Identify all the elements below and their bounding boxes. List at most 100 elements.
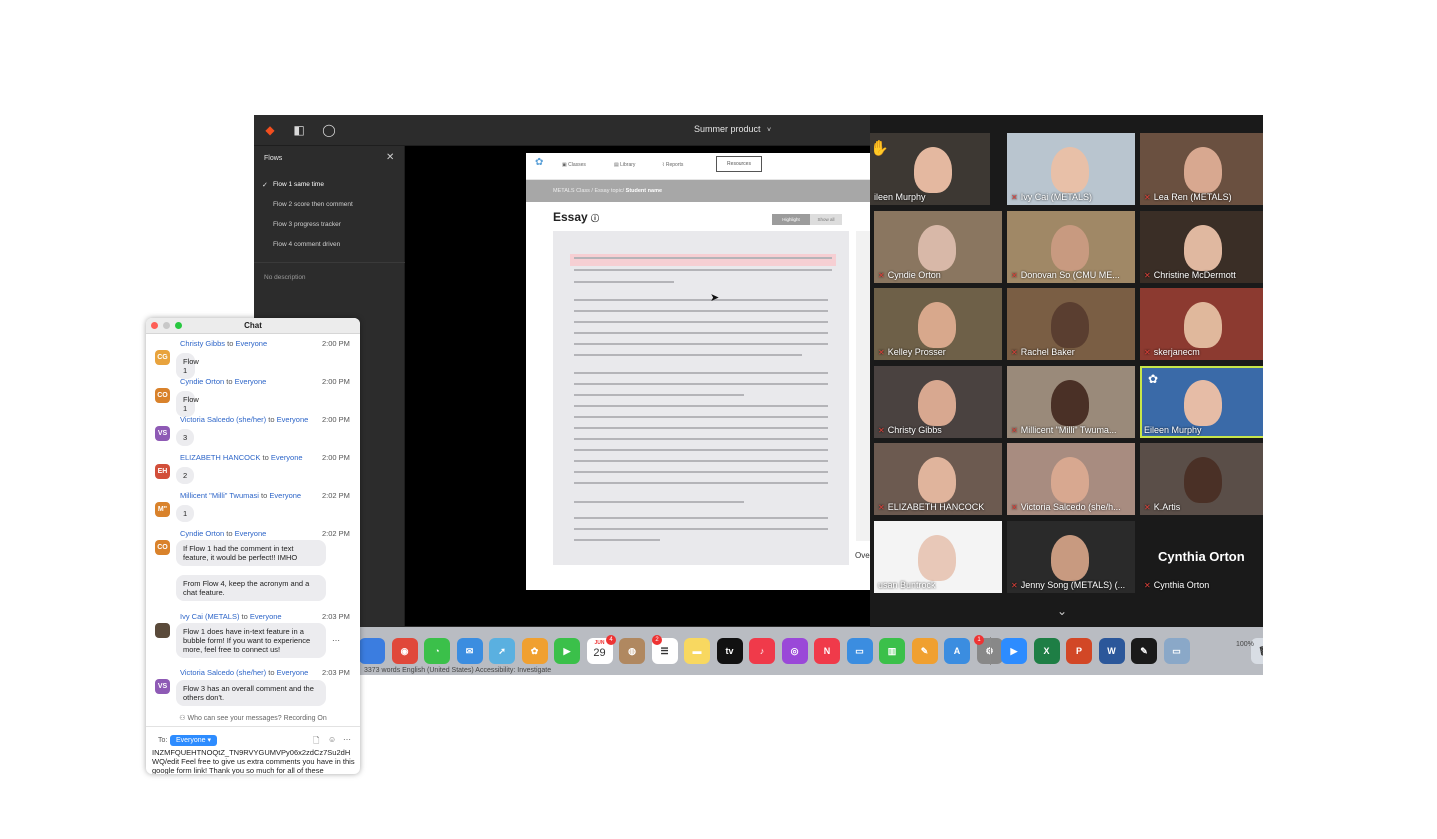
flow-item-1[interactable]: Flow 1 same time [273,181,324,188]
notes-icon[interactable]: ▬ [684,638,710,664]
news-icon[interactable]: N [814,638,840,664]
show-all-button[interactable]: Show all [810,214,842,225]
participant-tile[interactable]: ✕ skerjanecm [1140,288,1263,360]
chat-message-list[interactable]: Christy Gibbs to Everyone 2:00 PM CG Flow 1… [146,318,360,714]
pages-icon[interactable]: ✎ [911,638,938,664]
muted-mic-icon: ✕ [878,348,885,357]
message-sender[interactable]: Cyndie Orton [180,529,224,538]
breadcrumb-student[interactable]: Student name [626,188,662,194]
message-sender[interactable]: ELIZABETH HANCOCK [180,453,260,462]
message-bubble[interactable]: Flow 1 does have in-text feature in a bu… [176,623,326,658]
participant-tile[interactable]: ✕ Christy Gibbs [874,365,1002,438]
message-time: 2:00 PM [322,415,350,424]
recipient-select[interactable]: Everyone ▾ [170,735,217,746]
participant-tile[interactable]: Cynthia Orton ✕ Cynthia Orton [1140,520,1263,593]
to-word: to [241,612,248,621]
photos-icon[interactable]: ✿ [521,638,548,664]
messages-icon[interactable]: ◔ [424,638,450,664]
participant-tile[interactable]: Eileen Murphy ✿ [1140,365,1263,438]
message-bubble[interactable]: If Flow 1 had the comment in text featur… [176,540,326,566]
maps-icon[interactable]: ➚ [489,638,515,664]
participant-video [1051,224,1089,271]
comment-icon[interactable]: ◯ [322,123,336,137]
muted-mic-icon: ✕ [1144,193,1151,202]
resources-button[interactable]: Resources [716,156,762,172]
flow-item-4[interactable]: Flow 4 comment driven [273,241,340,248]
preview-icon[interactable]: ▭ [1163,638,1190,664]
chat-input[interactable]: INZMFQUEHTNOQtZ_TN9RVYGUMVPy06x2zdCz7Su2… [152,748,356,774]
recording-notice[interactable]: ⚇ Who can see your messages? Recording O… [146,714,360,722]
highlight-button[interactable]: Highlight [772,214,810,225]
highlighted-sentence[interactable] [570,254,836,266]
zoom-icon[interactable]: ▶ [1001,638,1027,664]
app-store-icon[interactable]: A [944,638,970,664]
message-bubble[interactable]: From Flow 4, keep the acronym and a chat… [176,575,326,601]
essay-text-area[interactable] [553,231,849,565]
emoji-icon[interactable]: ☺ [328,735,336,744]
file-title[interactable]: Summer product ˅ [694,124,771,134]
kindle-icon[interactable]: ✎ [1131,638,1157,664]
help-icon[interactable]: ⓘ [591,214,599,223]
participant-tile[interactable]: ✕ Christine McDermott [1140,210,1263,283]
message-bubble[interactable]: 3 [176,429,195,446]
participant-tile[interactable]: ✕ K.Artis [1140,443,1263,515]
close-icon[interactable]: ✕ [386,152,394,163]
message-sender[interactable]: Ivy Cai (METALS) [180,612,239,621]
participant-tile[interactable]: ✕ Cyndie Orton [874,210,1002,283]
music-icon[interactable]: ♪ [749,638,775,664]
file-icon[interactable]: 🗋 [313,735,319,749]
mail-icon[interactable]: ✉ [456,638,483,664]
more-icon[interactable]: ⋯ [332,636,340,645]
flow-item-3[interactable]: Flow 3 progress tracker [273,221,341,228]
nav-reports[interactable]: ⌇ Reports [662,162,683,168]
participant-tile[interactable]: usan Buntrock [874,520,1002,593]
keynote-icon[interactable]: ▭ [846,638,873,664]
breadcrumb-path[interactable]: METALS Class / Essay topic/ [553,188,624,194]
excel-icon[interactable]: X [1033,638,1060,664]
message-bubble[interactable]: Flow 3 has an overall comment and the ot… [176,680,326,706]
participant-name-text: Christine McDermott [1153,269,1236,280]
contacts-icon[interactable]: ◍ [619,638,645,664]
muted-mic-icon: ✕ [1011,348,1018,357]
powerpoint-icon[interactable]: P [1066,638,1092,664]
message-recipient: Everyone [276,415,309,424]
participant-tile[interactable]: ✕ Donovan So (CMU ME... [1007,210,1135,283]
message-bubble[interactable]: 2 [176,467,195,484]
word-icon[interactable]: W [1098,638,1125,664]
participant-tile[interactable]: ✕ Rachel Baker [1007,288,1135,360]
participant-tile[interactable]: ✕ Jenny Song (METALS) (... [1007,520,1135,593]
message-sender[interactable]: Victoria Salcedo (she/her) [180,668,266,677]
flow-item-2[interactable]: Flow 2 score then comment [273,201,353,208]
participant-tile[interactable]: ✕ Millicent "Milli" Twuma... [1007,365,1135,438]
message-sender[interactable]: Victoria Salcedo (she/her) [180,415,266,424]
participant-video [1184,379,1222,426]
message-sender[interactable]: Millicent "Milli" Twumasi [180,491,259,500]
participant-name-text: skerjanecm [1153,347,1200,357]
numbers-icon[interactable]: ▥ [879,638,905,664]
participant-tile[interactable]: ✕ ELIZABETH HANCOCK [874,443,1002,515]
message-bubble[interactable]: 1 [176,505,195,522]
message-sender[interactable]: Christy Gibbs [180,339,225,348]
chevron-down-icon[interactable]: ⌄ [1057,604,1067,618]
figma-logo-icon[interactable]: ◆ [263,123,277,137]
more-icon[interactable]: ⋯ [343,735,351,744]
chrome-icon[interactable]: ◉ [391,638,418,664]
participant-tile[interactable]: ✕ Ivy Cai (METALS) [1007,133,1135,205]
message-sender[interactable]: Cyndie Orton [180,377,224,386]
recording-notice-text: Who can see your messages? Recording On [187,715,327,722]
nav-classes[interactable]: ▣ Classes [562,162,586,168]
app-icon[interactable] [359,638,385,664]
sidebar-toggle-icon[interactable]: ◧ [292,123,306,137]
nav-library[interactable]: ▤ Library [614,162,635,168]
participant-tile[interactable]: ✕ Kelley Prosser [874,288,1002,360]
message-bubble[interactable]: Flow 1 [176,391,199,417]
participant-name-text: usan Buntrock [878,579,936,590]
participant-name: ✕ skerjanecm [1144,347,1200,357]
facetime-icon[interactable]: ▶ [554,638,580,664]
participant-tile[interactable]: ✕ Victoria Salcedo (she/h... [1007,443,1135,515]
participant-tile[interactable]: ✕ Lea Ren (METALS) [1140,133,1263,205]
podcasts-icon[interactable]: ◎ [781,638,808,664]
message-bubble[interactable]: Flow 1 [176,353,199,379]
apple-tv-icon[interactable]: tv [716,638,743,664]
message-time: 2:00 PM [322,339,350,348]
